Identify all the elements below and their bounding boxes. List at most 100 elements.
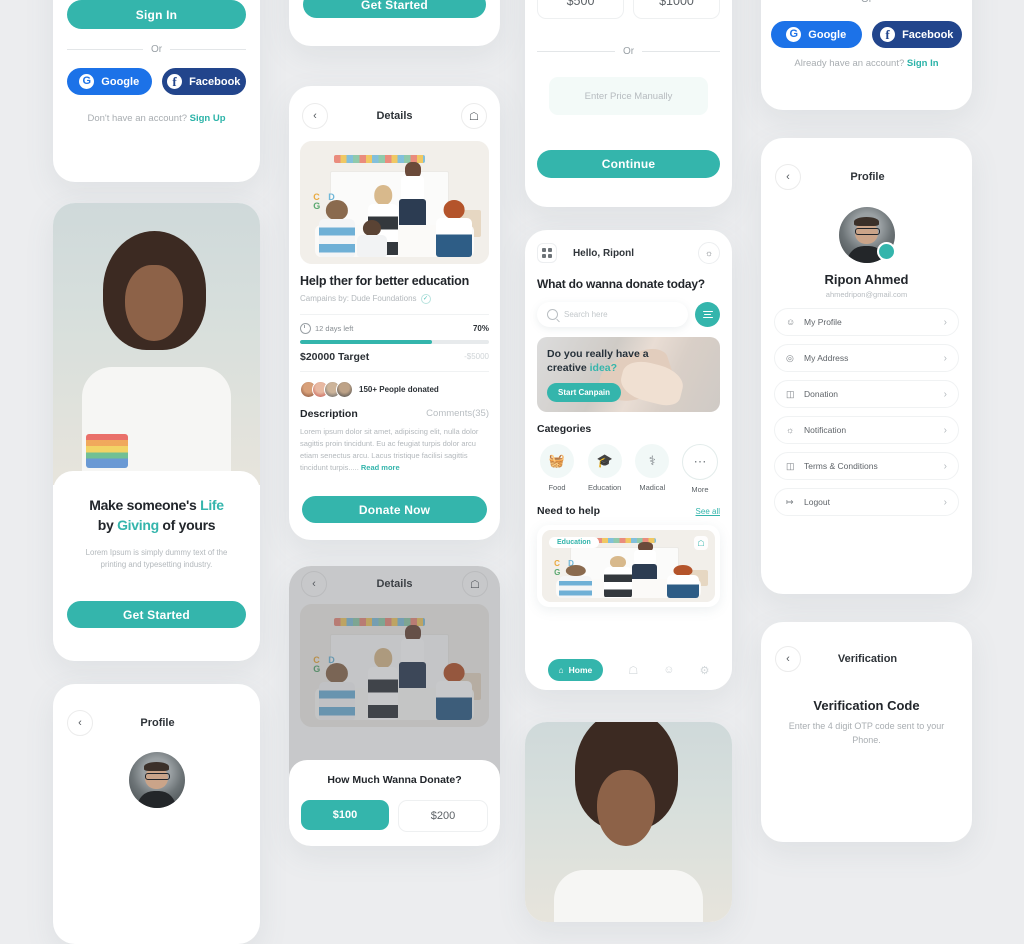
- category-more[interactable]: ⋯ More: [680, 444, 720, 494]
- google-label: Google: [101, 75, 140, 88]
- home-question: What do wanna donate today?: [537, 277, 705, 291]
- home-panel: Hello, Riponl ☼ What do wanna donate tod…: [525, 230, 732, 690]
- more-dots-icon: ⋯: [681, 444, 718, 480]
- profile-item-donation[interactable]: ◫ Donation ›: [774, 380, 959, 408]
- amount-option-selected[interactable]: $100: [301, 800, 389, 830]
- profile-item-notification[interactable]: ☼ Notification ›: [774, 416, 959, 444]
- greeting: Hello, Riponl: [572, 247, 635, 259]
- progress-track: [300, 339, 489, 344]
- details-header-title: Details: [376, 110, 413, 122]
- progress-percent: 70%: [472, 323, 489, 333]
- start-campaign-button[interactable]: Start Canpain: [547, 383, 622, 402]
- person-icon: ☺: [663, 664, 675, 676]
- chevron-right-icon: ›: [943, 352, 947, 364]
- profile-item-my-profile[interactable]: ☺ My Profile ›: [774, 308, 959, 336]
- back-button[interactable]: ‹: [775, 646, 801, 672]
- profile-item-logout[interactable]: ↦ Logout ›: [774, 488, 959, 516]
- filter-icon[interactable]: [695, 302, 720, 327]
- profile-item-terms[interactable]: ◫ Terms & Conditions ›: [774, 452, 959, 480]
- target-amount: $20000 Target: [300, 350, 370, 363]
- google-sign-in-button[interactable]: G Google: [67, 68, 152, 95]
- category-label: More: [691, 485, 709, 494]
- category-label: Food: [548, 483, 566, 492]
- amount-option-1000[interactable]: $1000: [633, 0, 720, 19]
- donate-amount-sheet-panel: ‹ Details ☖ C DG H How Much Wanna Donate…: [289, 566, 500, 846]
- chevron-right-icon: ›: [943, 316, 947, 328]
- tab-bookmarks[interactable]: ☖: [628, 664, 638, 677]
- bell-icon[interactable]: ☼: [697, 242, 720, 264]
- campaign-card[interactable]: C DG H Education ☖: [537, 525, 720, 607]
- sign-up-link[interactable]: Sign Up: [190, 113, 226, 124]
- profile-item-my-address[interactable]: ◎ My Address ›: [774, 344, 959, 372]
- manual-price-input[interactable]: Enter Price Manually: [549, 77, 708, 115]
- tab-settings[interactable]: ⚙: [700, 664, 710, 677]
- facebook-icon: f: [880, 27, 896, 42]
- category-food[interactable]: 🧺 Food: [537, 444, 577, 494]
- onboarding-title: Make someone's Life by Giving of yours: [89, 497, 224, 534]
- signup-prompt[interactable]: Don't have an account? Sign Up: [67, 113, 246, 124]
- comments-label[interactable]: Comments(35): [426, 408, 489, 419]
- bookmark-icon: ☖: [628, 664, 639, 677]
- profile-name: Ripon Ahmed: [824, 272, 909, 287]
- profile-item-label: Logout: [804, 497, 830, 507]
- profile-secondary-title: Profile: [140, 717, 175, 729]
- campaign-card-image: C DG H Education ☖: [542, 530, 715, 602]
- or-divider: Or: [775, 0, 958, 5]
- category-education[interactable]: 🎓 Education: [585, 444, 625, 494]
- chevron-right-icon: ›: [943, 388, 947, 400]
- tab-home-label: Home: [568, 665, 593, 675]
- facebook-sign-in-button[interactable]: f Facebook: [161, 68, 246, 95]
- sign-in-button[interactable]: Sign In: [67, 0, 246, 29]
- wallet-icon: ◫: [786, 388, 795, 399]
- back-button[interactable]: ‹: [775, 164, 801, 190]
- continue-label: Continue: [601, 157, 656, 171]
- google-sign-up-button[interactable]: G Google: [771, 21, 862, 48]
- bookmark-icon[interactable]: ☖: [460, 103, 487, 129]
- promo-banner[interactable]: Do you really have a creative idea? Star…: [537, 337, 720, 412]
- donate-bottom-sheet: How Much Wanna Donate? $100 $200: [289, 760, 500, 846]
- amount-option[interactable]: $200: [398, 800, 488, 832]
- bookmark-icon[interactable]: ☖: [694, 536, 708, 550]
- ui-kit-canvas: Sign In Or G Google f Facebook Don't hav…: [0, 0, 1024, 944]
- donation-amount-panel: $500 $1000 Or Enter Price Manually Conti…: [525, 0, 732, 207]
- category-label: Madical: [639, 483, 666, 492]
- get-started-button[interactable]: Get Started: [67, 601, 246, 628]
- verification-header-title: Verification: [837, 653, 898, 665]
- or-divider: Or: [537, 46, 720, 57]
- signin-prompt[interactable]: Already have an account? Sign In: [771, 58, 962, 69]
- search-input[interactable]: Search here: [537, 302, 688, 327]
- category-list: 🧺 Food 🎓 Education ⚕ Madical ⋯ More: [537, 444, 720, 494]
- facebook-sign-up-button[interactable]: f Facebook: [871, 21, 962, 48]
- grid-menu-icon[interactable]: [537, 243, 557, 263]
- continue-button[interactable]: Continue: [537, 150, 720, 178]
- search-icon: [547, 309, 558, 320]
- read-more-link[interactable]: Read more: [361, 463, 400, 472]
- or-divider: Or: [67, 44, 246, 55]
- food-basket-icon: 🧺: [540, 444, 574, 478]
- facebook-label: Facebook: [189, 75, 241, 88]
- see-all-link[interactable]: See all: [696, 507, 720, 516]
- need-help-title: Need to help: [537, 505, 601, 517]
- facebook-icon: f: [167, 74, 183, 89]
- amount-option-500[interactable]: $500: [537, 0, 624, 19]
- location-pin-icon: ◎: [786, 352, 794, 363]
- edit-avatar-badge[interactable]: [876, 242, 896, 261]
- tab-profile[interactable]: ☺: [663, 664, 674, 676]
- search-placeholder: Search here: [564, 310, 608, 319]
- verification-title: Verification Code: [813, 698, 920, 713]
- get-started-top-label: Get Started: [361, 0, 428, 12]
- signup-prompt-text: Don't have an account?: [87, 113, 187, 124]
- google-icon: G: [786, 27, 802, 42]
- sign-in-link[interactable]: Sign In: [907, 58, 939, 69]
- onboarding-panel: Make someone's Life by Giving of yours L…: [53, 203, 260, 661]
- tab-home[interactable]: ⌂ Home: [547, 659, 604, 681]
- start-campaign-label: Start Canpain: [558, 388, 611, 397]
- chevron-right-icon: ›: [943, 460, 947, 472]
- campaign-author: Campains by: Dude Foundations ✓: [300, 293, 489, 304]
- donate-now-button[interactable]: Donate Now: [302, 496, 487, 523]
- back-button[interactable]: ‹: [302, 103, 328, 129]
- back-button[interactable]: ‹: [67, 710, 93, 736]
- get-started-button-top[interactable]: Get Started: [303, 0, 486, 18]
- sheet-title: How Much Wanna Donate?: [327, 774, 462, 786]
- category-medical[interactable]: ⚕ Madical: [632, 444, 672, 494]
